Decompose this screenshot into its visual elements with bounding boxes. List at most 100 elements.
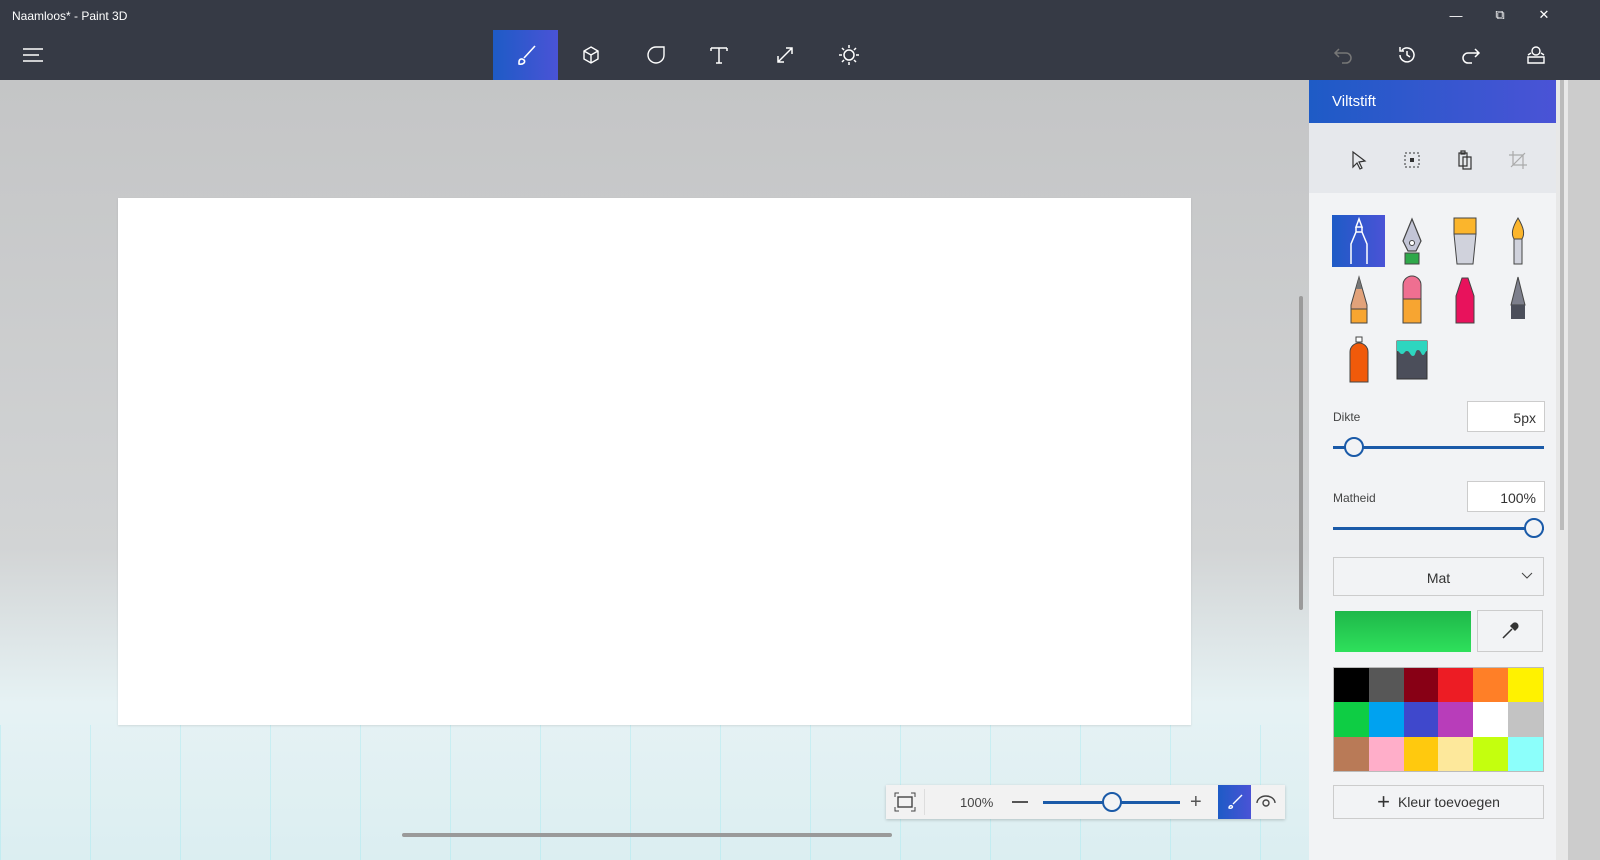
tab-canvas[interactable] — [752, 30, 817, 80]
paste-button[interactable] — [1450, 145, 1480, 175]
selection-tools — [1309, 123, 1556, 193]
palette-color[interactable] — [1403, 702, 1439, 737]
add-color-label: Kleur toevoegen — [1397, 794, 1500, 810]
thickness-input[interactable]: 5px — [1467, 401, 1545, 432]
sun-icon — [838, 45, 859, 65]
palette-color[interactable] — [1438, 668, 1474, 703]
brush-calligraphy-pen[interactable] — [1385, 215, 1438, 267]
brush-pencil[interactable] — [1332, 274, 1385, 326]
marquee-icon — [1404, 152, 1420, 168]
watercolor-brush-icon — [1511, 217, 1524, 265]
crop-button[interactable] — [1503, 145, 1533, 175]
tab-text[interactable] — [686, 30, 751, 80]
redo-button[interactable] — [1438, 30, 1503, 80]
finish-dropdown[interactable]: Mat — [1333, 557, 1544, 596]
palette-color[interactable] — [1334, 668, 1369, 703]
history-icon — [1398, 47, 1415, 63]
cube-icon — [582, 46, 599, 64]
palette-color[interactable] — [1403, 668, 1439, 703]
view-mode-button[interactable] — [1256, 793, 1276, 814]
pixel-pen-icon — [1509, 276, 1526, 319]
brush-oil[interactable] — [1438, 215, 1491, 267]
marquee-select-button[interactable] — [1397, 145, 1427, 175]
paint-bucket-icon — [1396, 340, 1427, 380]
palette-color[interactable] — [1368, 736, 1404, 771]
palette-color[interactable] — [1438, 736, 1474, 771]
hamburger-icon — [22, 48, 43, 62]
brush-crayon[interactable] — [1438, 274, 1491, 326]
current-color-swatch[interactable] — [1335, 611, 1471, 652]
zoom-in-button[interactable]: + — [1190, 791, 1202, 814]
eye-icon — [1256, 795, 1276, 807]
brush-marker[interactable] — [1332, 215, 1385, 267]
eyedropper-icon — [1502, 622, 1519, 639]
thickness-slider[interactable] — [1333, 437, 1544, 457]
zoom-slider-thumb[interactable] — [1101, 792, 1122, 812]
tab-effects[interactable] — [816, 30, 881, 80]
brush-watercolor[interactable] — [1491, 215, 1544, 267]
palette-color[interactable] — [1368, 702, 1404, 737]
restore-button[interactable]: ⧉ — [1477, 0, 1523, 30]
minimize-button[interactable]: — — [1433, 0, 1479, 30]
select-button[interactable] — [1344, 145, 1374, 175]
brush-spray-can[interactable] — [1332, 333, 1385, 385]
toolbar — [0, 30, 1600, 80]
palette-color[interactable] — [1473, 668, 1509, 703]
redo-icon — [1461, 48, 1480, 64]
crop-icon — [1509, 151, 1527, 169]
zoom-slider[interactable] — [1043, 792, 1180, 812]
history-button[interactable] — [1374, 30, 1439, 80]
fountain-pen-icon — [1401, 217, 1422, 265]
brush-pixel-pen[interactable] — [1491, 274, 1544, 326]
eyedropper-button[interactable] — [1477, 610, 1543, 652]
pencil-icon — [1350, 275, 1367, 324]
palette-color[interactable] — [1508, 668, 1543, 703]
palette-color[interactable] — [1334, 736, 1369, 771]
fit-to-screen-button[interactable] — [894, 792, 916, 817]
tab-3d-shapes[interactable] — [558, 30, 623, 80]
eraser-icon — [1402, 275, 1421, 324]
oil-brush-icon — [1452, 217, 1477, 265]
panel-scrollbar[interactable] — [1556, 80, 1568, 860]
community-icon — [1526, 46, 1545, 64]
finish-value: Mat — [1426, 570, 1451, 586]
opacity-slider[interactable] — [1333, 518, 1544, 538]
opacity-input[interactable]: 100% — [1467, 481, 1545, 512]
palette-color[interactable] — [1508, 736, 1543, 771]
panel-title: Viltstift — [1309, 80, 1556, 123]
vertical-scrollbar[interactable] — [1299, 296, 1303, 610]
text-icon — [709, 47, 728, 64]
palette-color[interactable] — [1473, 736, 1509, 771]
palette-color[interactable] — [1368, 668, 1404, 703]
palette-color[interactable] — [1508, 702, 1543, 737]
title-bar: Naamloos* - Paint 3D — ⧉ ✕ — [0, 0, 1600, 30]
undo-button[interactable] — [1310, 30, 1375, 80]
drawing-canvas[interactable] — [118, 198, 1191, 725]
horizontal-scrollbar[interactable] — [402, 833, 892, 837]
close-button[interactable]: ✕ — [1521, 0, 1567, 30]
remix-button[interactable] — [1503, 30, 1568, 80]
brush-eraser[interactable] — [1385, 274, 1438, 326]
tab-brushes[interactable] — [493, 30, 558, 80]
chevron-down-icon — [1521, 572, 1533, 579]
brush-fill[interactable] — [1385, 333, 1438, 385]
zoom-out-button[interactable] — [1012, 801, 1028, 803]
color-palette — [1333, 667, 1544, 772]
thickness-label: Dikte — [1333, 410, 1361, 424]
brush-icon — [517, 45, 536, 65]
menu-button[interactable] — [0, 30, 65, 80]
zoom-level: 100% — [960, 795, 994, 810]
canvas-resize-icon — [776, 47, 793, 63]
palette-color[interactable] — [1438, 702, 1474, 737]
spray-can-icon — [1349, 336, 1368, 383]
paint-mode-button[interactable] — [1218, 785, 1251, 819]
add-color-button[interactable]: + Kleur toevoegen — [1333, 785, 1544, 819]
fit-screen-icon — [894, 792, 916, 812]
palette-color[interactable] — [1403, 736, 1439, 771]
palette-color[interactable] — [1473, 702, 1509, 737]
brush-icon — [1227, 794, 1242, 809]
tab-stickers[interactable] — [623, 30, 688, 80]
opacity-slider-thumb[interactable] — [1524, 518, 1544, 538]
palette-color[interactable] — [1334, 702, 1369, 737]
window-title: Naamloos* - Paint 3D — [12, 9, 128, 23]
